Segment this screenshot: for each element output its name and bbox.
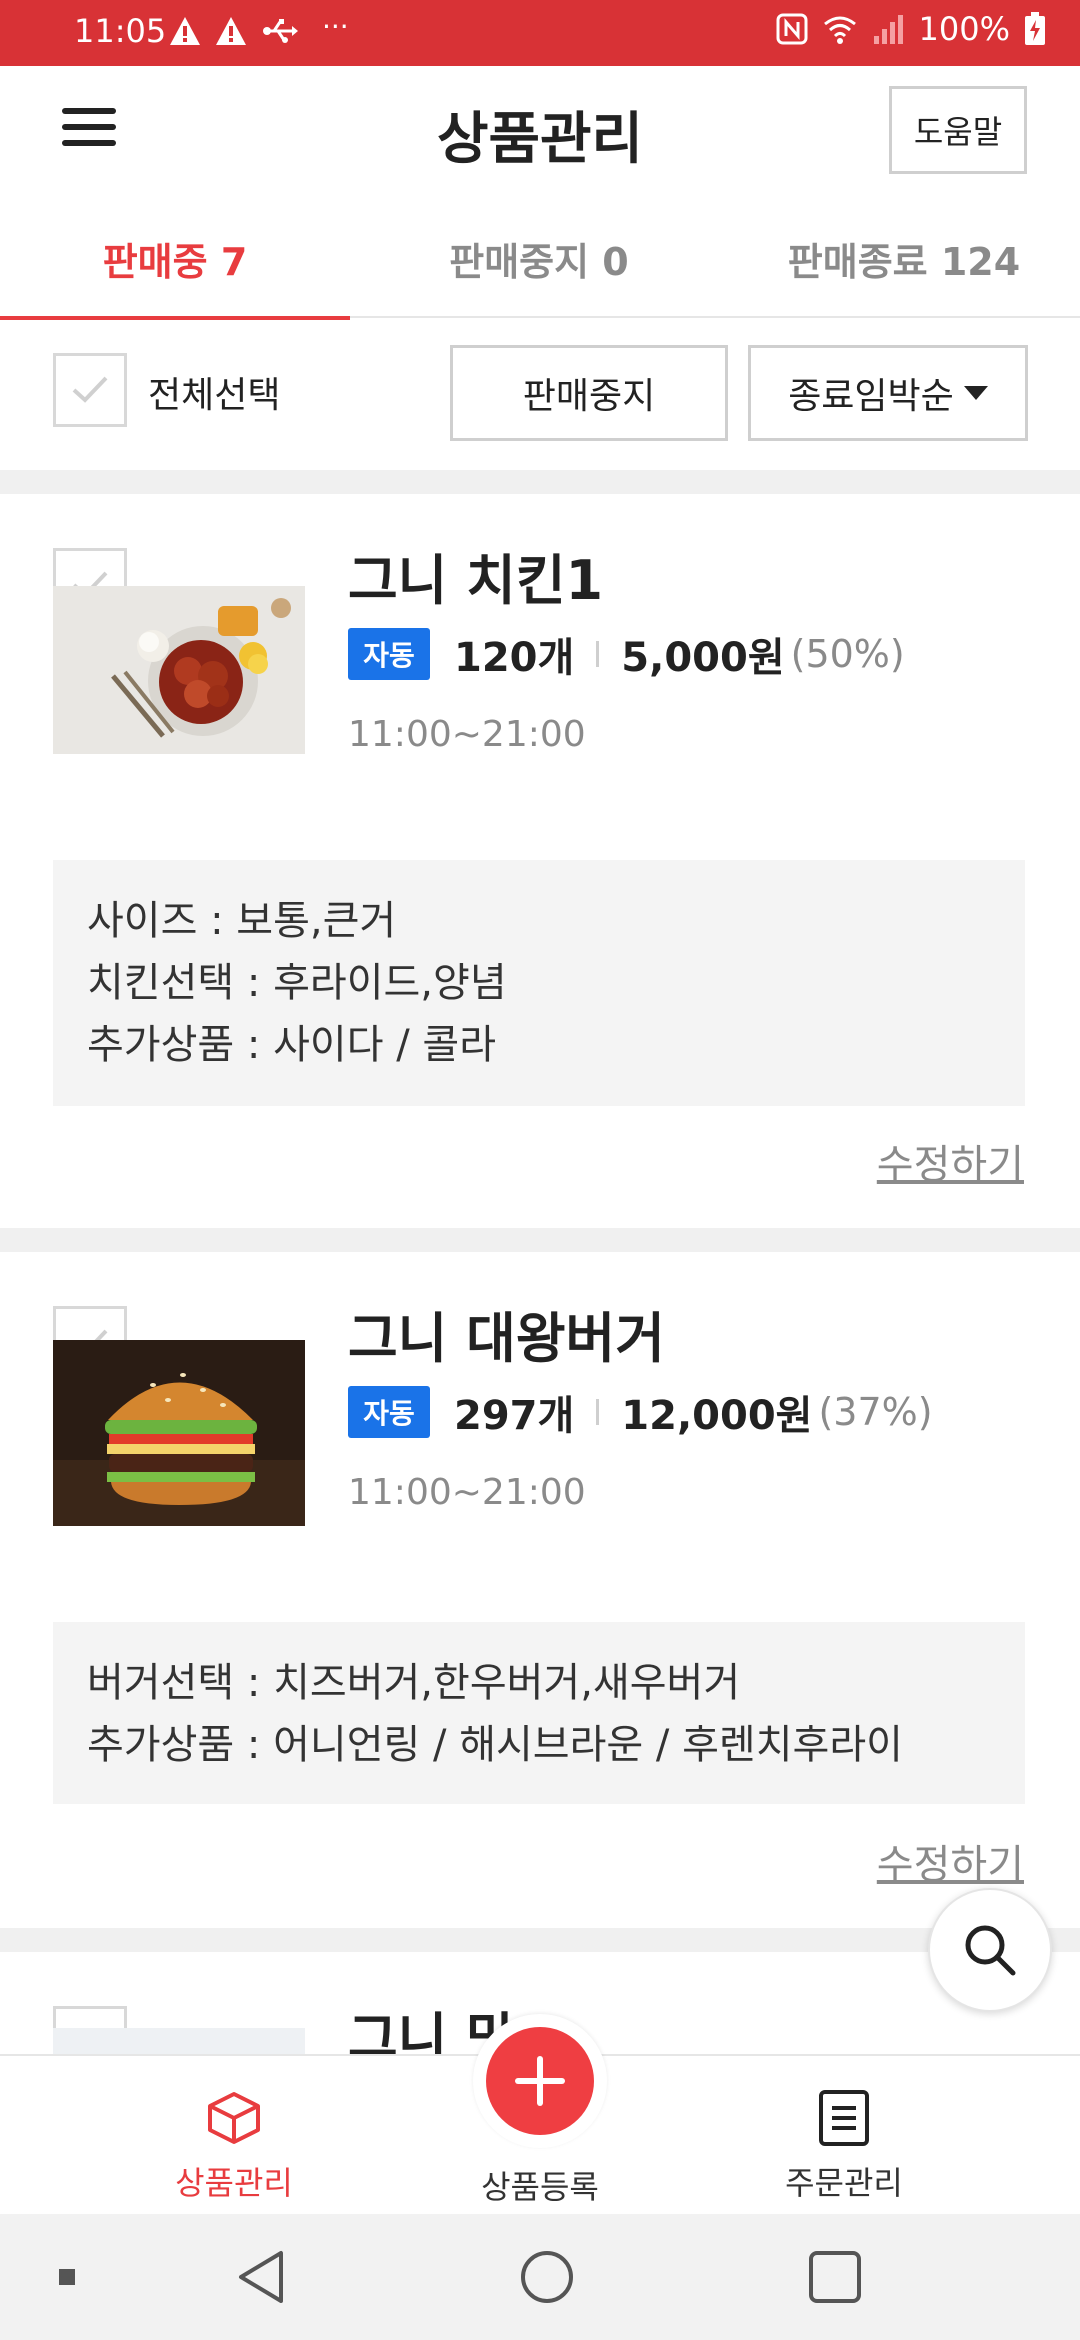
check-icon: [72, 376, 108, 403]
back-button[interactable]: [226, 2214, 296, 2340]
status-right: 100%: [775, 10, 1046, 48]
product-name: 그니 대왕버거: [348, 1307, 665, 1370]
battery-icon: [1025, 12, 1045, 45]
nav-label: 상품관리: [175, 2164, 293, 2202]
warning-icon: [216, 17, 246, 45]
nav-order-management[interactable]: 주문관리: [694, 2056, 994, 2216]
product-price: 12,000원: [621, 1393, 813, 1439]
auto-badge: 자동: [348, 1386, 430, 1438]
tab-sale-stopped[interactable]: 판매중지 0: [350, 198, 728, 318]
add-product-button[interactable]: [473, 2014, 607, 2148]
signal-icon: [873, 15, 903, 44]
status-bar: 11:05 ··· 100%: [0, 0, 1080, 66]
select-all-checkbox[interactable]: [53, 353, 127, 427]
status-time: 11:05: [74, 12, 167, 50]
search-icon: [965, 1925, 1016, 1976]
edit-link[interactable]: 수정하기: [877, 1132, 1024, 1190]
home-circle-icon: [521, 2251, 573, 2303]
separator: [596, 1399, 600, 1425]
product-quantity: 297개: [454, 1393, 575, 1439]
edit-link[interactable]: 수정하기: [877, 1832, 1024, 1890]
recents-square-icon: [809, 2251, 861, 2303]
app-header: 상품관리 도움말: [0, 66, 1080, 198]
square-dot-icon: [59, 2269, 75, 2285]
section-divider: [0, 1228, 1080, 1252]
sale-hours: 11:00~21:00: [348, 1472, 586, 1513]
list-toolbar: 전체선택 판매중지 종료임박순: [0, 320, 1080, 470]
warning-icon: [170, 17, 200, 45]
option-line: 추가상품 : 사이다 / 콜라: [87, 1022, 497, 1068]
box-icon: [208, 2092, 260, 2144]
product-thumbnail[interactable]: [53, 1340, 305, 1526]
product-info-row: 자동 120개 5,000원 (50%): [348, 628, 905, 681]
wifi-icon: [823, 16, 856, 44]
back-triangle-icon: [239, 2251, 283, 2303]
recent-square-small[interactable]: [52, 2214, 82, 2340]
system-nav-bar: [0, 2214, 1080, 2340]
tab-sale-ended[interactable]: 판매종료 124: [728, 198, 1080, 318]
tab-on-sale[interactable]: 판매중 7: [0, 198, 350, 320]
product-info-row: 자동 297개 12,000원 (37%): [348, 1386, 933, 1439]
more-notifications: ···: [322, 10, 349, 43]
plus-icon: [515, 2056, 565, 2106]
caret-down-icon: [963, 386, 988, 400]
search-button[interactable]: [928, 1888, 1052, 2012]
product-price: 5,000원: [621, 635, 785, 681]
product-name: 그니 치킨1: [348, 549, 604, 612]
option-line: 사이즈 : 보통,큰거: [87, 898, 397, 944]
product-discount: (50%): [790, 632, 905, 676]
product-thumbnail[interactable]: [53, 586, 305, 772]
status-tabs: 판매중 7 판매중지 0 판매종료 124: [0, 198, 1080, 320]
recents-button[interactable]: [800, 2214, 870, 2340]
options-box: 버거선택 : 치즈버거,한우버거,새우버거 추가상품 : 어니언링 / 해시브라…: [53, 1622, 1025, 1804]
section-divider: [0, 470, 1080, 494]
select-all-label: 전체선택: [148, 375, 281, 416]
options-box: 사이즈 : 보통,큰거 치킨선택 : 후라이드,양념 추가상품 : 사이다 / …: [53, 860, 1025, 1106]
sale-hours: 11:00~21:00: [348, 714, 586, 755]
nav-label: 상품등록: [481, 2168, 599, 2206]
nfc-icon: [776, 13, 808, 45]
auto-badge: 자동: [348, 628, 430, 680]
product-card: 그니 대왕버거 자동 297개 12,000원 (37%) 11:00~21:0…: [0, 1252, 1080, 1928]
product-quantity: 120개: [454, 635, 575, 681]
help-button[interactable]: 도움말: [889, 86, 1027, 174]
option-line: 버거선택 : 치즈버거,한우버거,새우버거: [87, 1660, 741, 1706]
battery-level: 100%: [918, 10, 1010, 48]
nav-product-management[interactable]: 상품관리: [84, 2056, 384, 2216]
product-discount: (37%): [818, 1390, 933, 1434]
option-line: 추가상품 : 어니언링 / 해시브라운 / 후렌치후라이: [87, 1722, 903, 1768]
option-line: 치킨선택 : 후라이드,양념: [87, 960, 507, 1006]
sort-dropdown[interactable]: 종료임박순: [748, 345, 1028, 441]
stop-sale-button[interactable]: 판매중지: [450, 345, 728, 441]
product-card: 그니 치킨1 자동 120개 5,000원 (50%) 11:00~21:00 …: [0, 494, 1080, 1228]
section-divider: [0, 1928, 1080, 1952]
document-icon: [819, 2090, 869, 2146]
usb-icon: [263, 19, 298, 43]
nav-label: 주문관리: [785, 2164, 903, 2202]
product-thumbnail[interactable]: [53, 2028, 305, 2054]
home-button[interactable]: [512, 2214, 582, 2340]
separator: [596, 641, 600, 667]
